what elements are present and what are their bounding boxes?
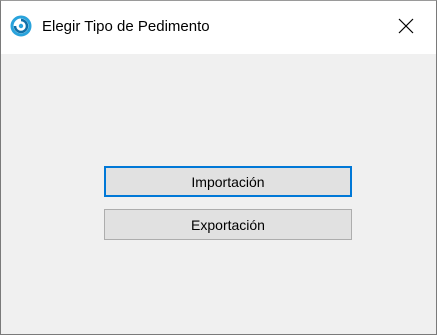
dialog-window: Elegir Tipo de Pedimento Importación Exp… bbox=[0, 0, 437, 335]
import-button[interactable]: Importación bbox=[104, 166, 352, 197]
dialog-body: Importación Exportación bbox=[1, 54, 436, 334]
title-bar[interactable]: Elegir Tipo de Pedimento bbox=[1, 1, 436, 54]
app-swirl-icon bbox=[10, 15, 32, 37]
window-title: Elegir Tipo de Pedimento bbox=[42, 18, 210, 35]
close-icon bbox=[398, 18, 414, 39]
export-button[interactable]: Exportación bbox=[104, 209, 352, 240]
close-button[interactable] bbox=[386, 9, 426, 47]
